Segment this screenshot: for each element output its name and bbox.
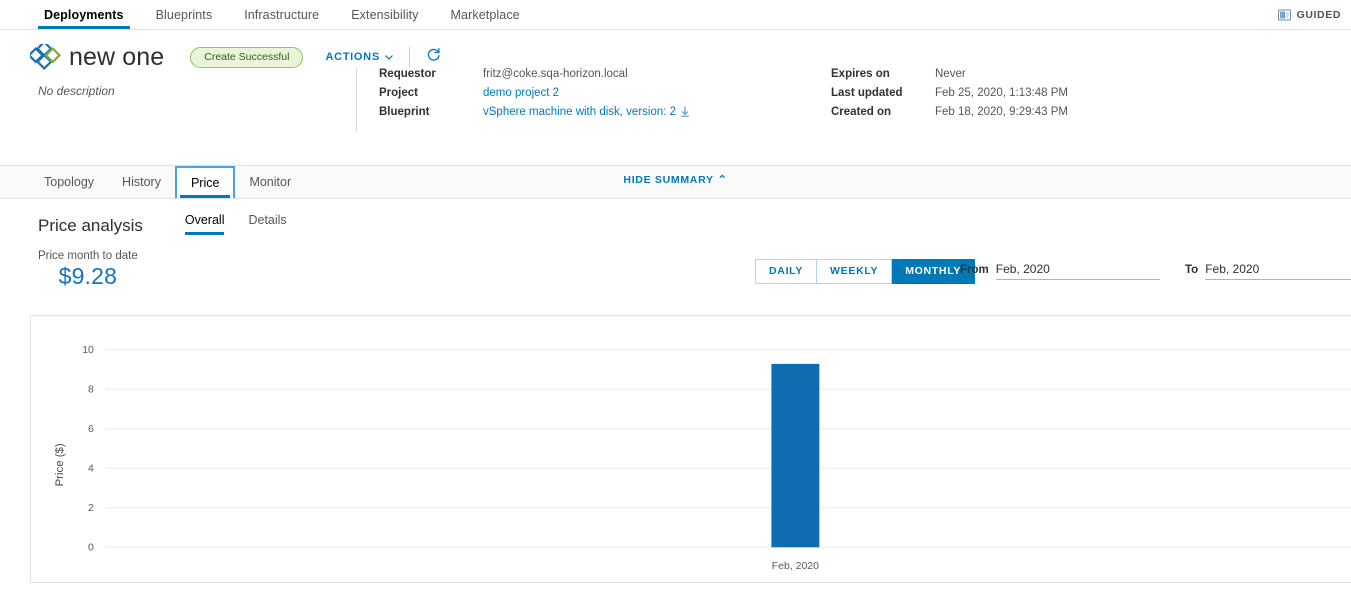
status-badge: Create Successful [190, 46, 304, 68]
tab-monitor[interactable]: Monitor [235, 166, 305, 198]
price-month-to-date-label: Price month to date [38, 250, 138, 262]
topnav-item-blueprints[interactable]: Blueprints [140, 0, 229, 29]
y-tick-label: 6 [88, 424, 94, 435]
deployment-header: new one Create Successful ACTIONS No des… [0, 30, 1351, 186]
blueprint-label: vSphere machine with disk, version: 2 [483, 106, 677, 118]
metadata-value-expires-on: Never [935, 68, 966, 80]
topnav-label: Infrastructure [244, 7, 320, 22]
tab-label: Monitor [249, 175, 292, 189]
deployment-description: No description [38, 84, 115, 98]
book-icon [1277, 9, 1291, 21]
tab-label: Details [248, 213, 287, 227]
tab-overall[interactable]: Overall [184, 213, 225, 235]
topnav-label: Extensibility [351, 7, 419, 22]
price-chart-card: 0 2 4 6 8 10 Feb, 2020 Price ($) [30, 315, 1351, 583]
metadata-value-blueprint-link[interactable]: vSphere machine with disk, version: 2 [483, 106, 690, 120]
chart-y-axis-ticks: 0 2 4 6 8 10 [82, 345, 94, 554]
y-tick-label: 0 [88, 543, 94, 554]
diamond-logo [27, 40, 62, 71]
to-date-field-group: To [1185, 260, 1351, 280]
top-navigation: Deployments Blueprints Infrastructure Ex… [0, 0, 1351, 30]
metadata-key: Expires on [831, 68, 890, 80]
chart-bar[interactable] [771, 363, 820, 548]
metadata-key: Last updated [831, 87, 903, 99]
price-analysis-tabs: Overall Details [184, 213, 287, 236]
granularity-daily-button[interactable]: DAILY [755, 259, 818, 284]
price-controls: Price month to date $9.28 DAILY WEEKLY M… [0, 250, 1351, 310]
metadata-value-project-link[interactable]: demo project 2 [483, 87, 690, 99]
metadata-key: Blueprint [379, 106, 430, 118]
chart-y-axis-label: Price ($) [54, 443, 66, 486]
metadata-value-last-updated: Feb 25, 2020, 1:13:48 PM [935, 87, 1068, 99]
tab-label: History [122, 175, 161, 189]
tab-price[interactable]: Price [174, 166, 236, 198]
price-analysis-title: Price analysis [38, 216, 143, 235]
granularity-toggle-group: DAILY WEEKLY MONTHLY [755, 259, 976, 284]
metadata-right-column: Expires on Never Last updated Feb 25, 20… [831, 68, 1068, 118]
metadata-value-requestor: fritz@coke.sqa-horizon.local [483, 68, 628, 80]
chart-bars[interactable] [771, 363, 820, 548]
tab-label: Price [190, 176, 220, 190]
metadata-key: Requestor [379, 68, 436, 80]
refresh-icon [426, 47, 441, 67]
to-date-input[interactable] [1205, 260, 1351, 280]
from-label: From [960, 264, 989, 276]
y-tick-label: 4 [88, 464, 94, 475]
y-tick-label: 10 [82, 345, 94, 356]
refresh-button[interactable] [426, 47, 441, 67]
price-bar-chart: 0 2 4 6 8 10 Feb, 2020 Price ($) [54, 345, 1351, 572]
metadata-key: Created on [831, 106, 892, 118]
tab-label: Overall [184, 213, 225, 227]
page-title: new one [69, 42, 165, 71]
topnav-item-extensibility[interactable]: Extensibility [335, 0, 434, 29]
price-analysis-header: Price analysis Overall Details [0, 199, 1351, 236]
topnav-item-deployments[interactable]: Deployments [28, 0, 140, 29]
to-label: To [1185, 264, 1199, 276]
metadata-left-column: Requestor fritz@coke.sqa-horizon.local P… [379, 68, 690, 132]
topnav-item-marketplace[interactable]: Marketplace [435, 0, 536, 29]
actions-label: ACTIONS [325, 51, 380, 63]
x-tick-label: Feb, 2020 [772, 561, 819, 572]
chevron-down-icon [384, 51, 393, 63]
topnav-label: Blueprints [155, 7, 213, 22]
tab-details[interactable]: Details [248, 213, 286, 235]
download-icon[interactable] [680, 106, 690, 120]
y-tick-label: 8 [88, 385, 94, 396]
chevron-up-icon: ⌃ [717, 174, 728, 186]
tab-history[interactable]: History [108, 166, 175, 198]
y-tick-label: 2 [88, 503, 94, 514]
guided-label: GUIDED [1296, 8, 1341, 21]
from-date-field-group: From [960, 260, 1160, 280]
actions-menu-button[interactable]: ACTIONS [325, 51, 393, 63]
granularity-weekly-button[interactable]: WEEKLY [817, 259, 893, 284]
guided-button[interactable]: GUIDED [1277, 0, 1341, 29]
topnav-label: Deployments [44, 7, 124, 22]
deployment-metadata: Requestor fritz@coke.sqa-horizon.local P… [356, 68, 1068, 132]
hide-summary-label: HIDE SUMMARY [623, 174, 714, 186]
metadata-value-created-on: Feb 18, 2020, 9:29:43 PM [935, 106, 1068, 118]
tab-label: Topology [44, 175, 95, 189]
chart-x-axis-ticks: Feb, 2020 [772, 561, 819, 572]
metadata-key: Project [379, 87, 418, 99]
topnav-item-infrastructure[interactable]: Infrastructure [228, 0, 335, 29]
tab-topology[interactable]: Topology [30, 166, 108, 198]
chart-gridlines [105, 349, 1351, 548]
price-month-to-date-value: $9.28 [58, 263, 118, 289]
from-date-input[interactable] [995, 260, 1160, 280]
topnav-label: Marketplace [450, 7, 520, 22]
toolbar-divider [408, 47, 410, 67]
price-month-to-date: Price month to date $9.28 [38, 250, 138, 290]
